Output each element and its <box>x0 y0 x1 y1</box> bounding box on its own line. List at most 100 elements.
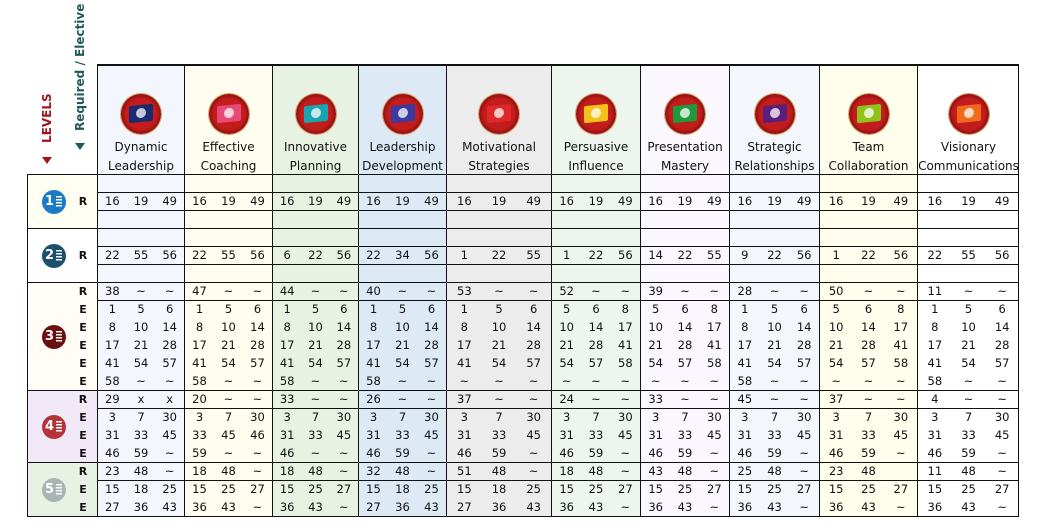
project-number[interactable]: ~ <box>611 372 640 390</box>
project-number[interactable]: 43 <box>155 498 184 516</box>
project-number[interactable]: 36 <box>641 498 670 516</box>
project-number[interactable]: 21 <box>301 336 329 354</box>
project-number[interactable]: 41 <box>359 354 388 372</box>
project-number[interactable]: 36 <box>388 498 417 516</box>
path-header[interactable]: Dynamic Leadership <box>97 64 184 174</box>
project-number[interactable]: 33 <box>581 426 610 444</box>
project-number[interactable]: 22 <box>482 246 517 264</box>
project-number[interactable]: 59 <box>127 444 156 462</box>
project-number[interactable]: 1 <box>98 300 127 318</box>
project-number[interactable]: 6 <box>273 246 301 264</box>
project-number[interactable]: 33 <box>301 426 329 444</box>
project-number[interactable]: 49 <box>417 192 446 210</box>
project-number[interactable]: 28 <box>516 336 551 354</box>
project-number[interactable]: 46 <box>552 444 581 462</box>
project-number[interactable]: 48 <box>581 462 610 480</box>
project-number[interactable]: 15 <box>552 480 581 498</box>
project-number[interactable]: ~ <box>330 444 358 462</box>
project-number[interactable]: 8 <box>885 300 917 318</box>
project-number[interactable]: 33 <box>388 426 417 444</box>
project-number[interactable]: 27 <box>330 480 358 498</box>
project-number[interactable]: 15 <box>98 480 127 498</box>
project-number[interactable]: 7 <box>388 408 417 426</box>
project-number[interactable]: ~ <box>516 282 551 300</box>
project-number[interactable]: 7 <box>952 408 986 426</box>
project-number[interactable]: 15 <box>641 480 670 498</box>
project-number[interactable]: 8 <box>918 318 952 336</box>
project-number[interactable]: 17 <box>730 336 760 354</box>
project-number[interactable]: 11 <box>918 282 952 300</box>
project-number[interactable]: 28 <box>670 336 699 354</box>
project-number[interactable]: ~ <box>516 462 551 480</box>
project-number[interactable]: 56 <box>985 246 1019 264</box>
project-number[interactable]: 28 <box>417 336 446 354</box>
project-number[interactable]: 14 <box>641 246 670 264</box>
project-number[interactable]: 25 <box>581 480 610 498</box>
project-number[interactable]: 34 <box>388 246 417 264</box>
project-number[interactable]: 22 <box>918 246 952 264</box>
project-number[interactable]: ~ <box>985 390 1019 408</box>
project-number[interactable]: 19 <box>127 192 156 210</box>
project-number[interactable]: ~ <box>789 462 819 480</box>
project-number[interactable]: 22 <box>185 246 214 264</box>
project-number[interactable]: 18 <box>482 480 517 498</box>
project-number[interactable]: 20 <box>185 390 214 408</box>
project-number[interactable]: 10 <box>552 318 581 336</box>
project-number[interactable]: 30 <box>885 408 917 426</box>
project-number[interactable]: 16 <box>273 192 301 210</box>
project-number[interactable]: ~ <box>243 462 272 480</box>
project-number[interactable]: 8 <box>700 300 729 318</box>
project-number[interactable]: 59 <box>185 444 214 462</box>
project-number[interactable]: 14 <box>516 318 551 336</box>
project-number[interactable]: 28 <box>985 336 1019 354</box>
project-number[interactable]: ~ <box>789 498 819 516</box>
project-number[interactable]: ~ <box>581 372 610 390</box>
path-header[interactable]: Motivational Strategies <box>446 64 551 174</box>
project-number[interactable]: ~ <box>155 372 184 390</box>
project-number[interactable]: 10 <box>482 318 517 336</box>
project-number[interactable]: 17 <box>700 318 729 336</box>
project-number[interactable]: ~ <box>789 444 819 462</box>
project-number[interactable]: 14 <box>417 318 446 336</box>
project-number[interactable]: ~ <box>482 390 517 408</box>
project-number[interactable]: 49 <box>700 192 729 210</box>
project-number[interactable]: 19 <box>214 192 243 210</box>
project-number[interactable]: 41 <box>611 336 640 354</box>
project-number[interactable]: 33 <box>760 426 790 444</box>
project-number[interactable]: ~ <box>417 390 446 408</box>
project-number[interactable]: 10 <box>214 318 243 336</box>
project-number[interactable]: 33 <box>127 426 156 444</box>
project-number[interactable]: 39 <box>641 282 670 300</box>
project-number[interactable]: 8 <box>273 318 301 336</box>
project-number[interactable]: 43 <box>952 498 986 516</box>
project-number[interactable]: ~ <box>243 444 272 462</box>
project-number[interactable]: 41 <box>447 354 482 372</box>
project-number[interactable]: 46 <box>273 444 301 462</box>
project-number[interactable]: ~ <box>760 390 790 408</box>
project-number[interactable]: ~ <box>641 372 670 390</box>
project-number[interactable]: 14 <box>330 318 358 336</box>
project-number[interactable]: ~ <box>417 282 446 300</box>
project-number[interactable]: 48 <box>952 462 986 480</box>
project-number[interactable]: 15 <box>185 480 214 498</box>
project-number[interactable]: 16 <box>552 192 581 210</box>
project-number[interactable]: 44 <box>273 282 301 300</box>
project-number[interactable]: 57 <box>670 354 699 372</box>
project-number[interactable]: ~ <box>789 282 819 300</box>
project-number[interactable]: ~ <box>985 462 1019 480</box>
project-number[interactable]: ~ <box>243 498 272 516</box>
project-number[interactable]: ~ <box>330 498 358 516</box>
project-number[interactable]: 33 <box>852 426 884 444</box>
project-number[interactable]: 15 <box>730 480 760 498</box>
project-number[interactable]: ~ <box>301 372 329 390</box>
project-number[interactable]: 25 <box>155 480 184 498</box>
project-number[interactable]: ~ <box>611 282 640 300</box>
path-header[interactable]: Visionary Communications <box>917 64 1019 174</box>
project-number[interactable]: 36 <box>552 498 581 516</box>
project-number[interactable]: 18 <box>388 480 417 498</box>
project-number[interactable]: x <box>155 390 184 408</box>
project-number[interactable]: ~ <box>581 390 610 408</box>
project-number[interactable]: 21 <box>214 336 243 354</box>
project-number[interactable]: 3 <box>185 408 214 426</box>
project-number[interactable]: 40 <box>359 282 388 300</box>
